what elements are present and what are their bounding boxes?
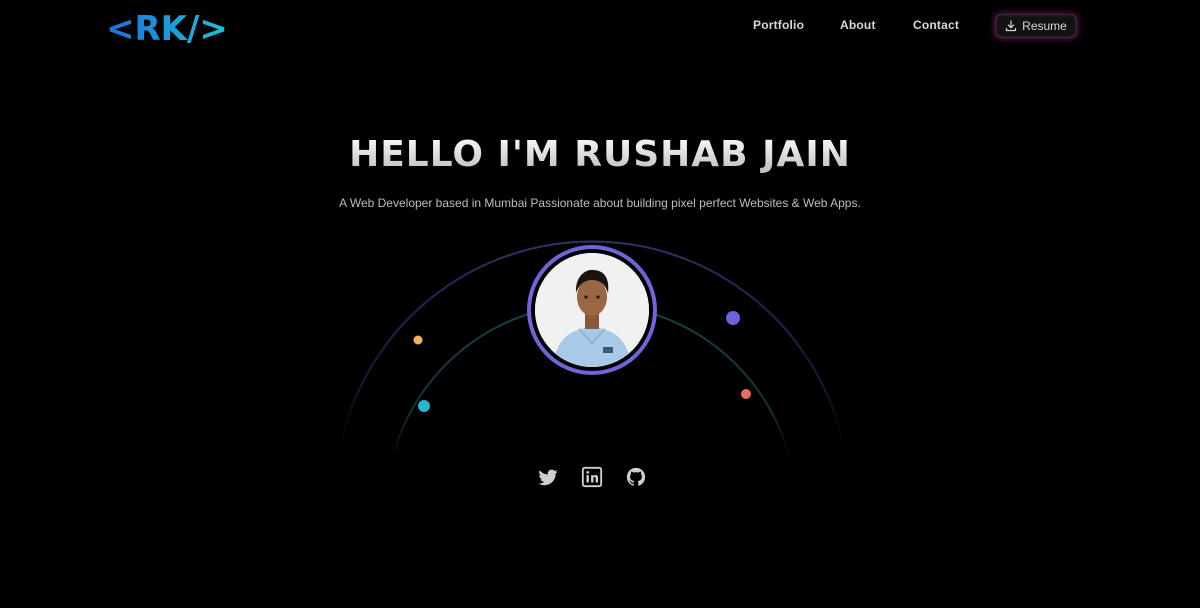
linkedin-link[interactable] [581, 466, 603, 488]
orbit-dot-purple [726, 311, 740, 325]
resume-label: Resume [1022, 19, 1067, 33]
social-links [0, 466, 1200, 488]
github-icon [626, 467, 646, 486]
nav-about[interactable]: About [840, 18, 876, 32]
nav-portfolio[interactable]: Portfolio [753, 18, 804, 32]
orbit-dot-orange [413, 335, 423, 345]
hero-tagline: A Web Developer based in Mumbai Passiona… [339, 196, 861, 210]
nav-contact[interactable]: Contact [913, 18, 959, 32]
avatar-photo [535, 253, 649, 367]
person-photo-icon [535, 253, 649, 367]
hero-title: HELLO I'M RUSHAB JAIN [0, 134, 1200, 176]
orbit-dot-red [741, 389, 751, 399]
orbit-dot-teal [418, 400, 430, 412]
download-icon [1006, 20, 1017, 32]
linkedin-icon [581, 466, 603, 488]
resume-button[interactable]: Resume [995, 14, 1077, 38]
github-link[interactable] [625, 466, 647, 488]
twitter-icon [538, 469, 558, 486]
twitter-link[interactable] [537, 466, 559, 488]
avatar [527, 245, 657, 375]
